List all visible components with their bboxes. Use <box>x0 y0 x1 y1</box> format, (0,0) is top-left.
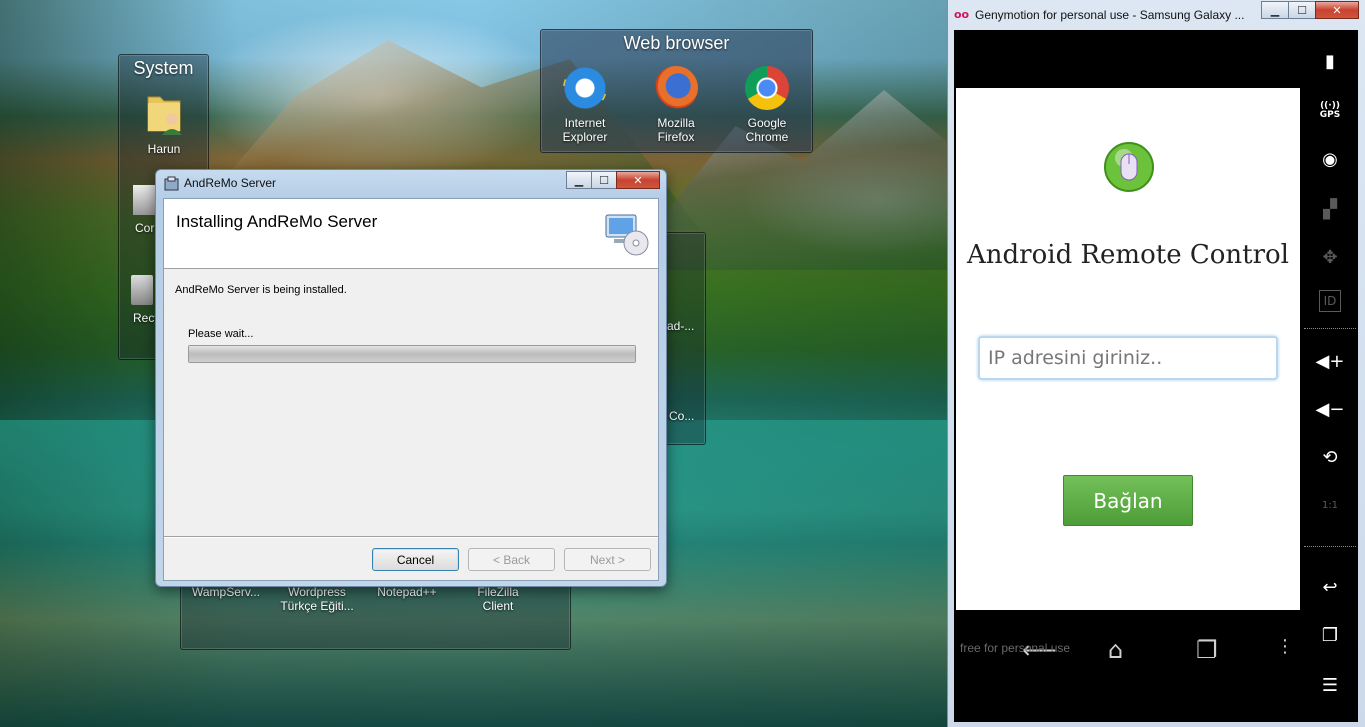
internet-explorer-item[interactable]: Internet Explorer <box>550 66 620 144</box>
firefox-label-1: Mozilla <box>657 116 695 130</box>
recycle-bin-icon <box>131 275 153 305</box>
sidebar-separator-2 <box>1304 546 1356 547</box>
chrome-label-2: Chrome <box>745 130 789 144</box>
scale-icon[interactable]: 1:1 <box>1316 492 1344 518</box>
connect-button[interactable]: Bağlan <box>1063 475 1193 526</box>
media-icon[interactable]: ▞ <box>1316 196 1344 222</box>
system-fence-title: System <box>133 58 194 78</box>
volume-down-icon[interactable]: ◀− <box>1316 396 1345 422</box>
device-frame: Android Remote Control Bağlan ▮ ((·))GPS… <box>954 30 1358 722</box>
installer-title: AndReMo Server <box>184 176 277 190</box>
firefox-icon <box>654 66 698 110</box>
harun-label: Harun <box>147 142 181 156</box>
overflow-menu-icon[interactable]: ⋮ <box>1276 636 1294 657</box>
installer-client-area: Installing AndReMo Server AndReMo Server… <box>163 198 659 581</box>
personal-use-watermark: free for personal use <box>960 641 1071 655</box>
gps-label: GPS <box>1319 110 1341 120</box>
maximize-icon: ☐ <box>599 173 609 187</box>
rotate-icon[interactable]: ⟲ <box>1316 444 1344 470</box>
volume-up-icon[interactable]: ◀+ <box>1316 348 1345 374</box>
android-app-screen: Android Remote Control Bağlan <box>956 88 1300 610</box>
gps-icon[interactable]: ((·)) GPS <box>1316 98 1344 124</box>
next-button[interactable]: Next > <box>564 548 651 571</box>
installer-heading: Installing AndReMo Server <box>176 212 378 231</box>
web-browser-fence: Web browser Internet Explorer Mozilla Fi… <box>540 29 813 153</box>
partial-item-1[interactable]: ad-... <box>667 319 707 333</box>
genymotion-sidebar: ▮ ((·)) GPS ◉ ▞ ✥ ID ◀+ ◀− ⟲ 1:1 ↩ ❐ ☰ <box>1302 30 1358 722</box>
please-wait-text: Please wait... <box>188 328 254 340</box>
battery-icon[interactable]: ▮ <box>1316 48 1344 74</box>
notepadpp-label: Notepad++ <box>377 585 437 599</box>
button-separator <box>164 536 658 538</box>
computer-cd-icon <box>605 214 649 256</box>
internet-explorer-label-1: Internet <box>564 116 606 130</box>
install-progress-fill <box>189 346 635 362</box>
install-progress-bar <box>188 345 636 363</box>
notepadpp-item[interactable]: Notepad++ <box>367 585 447 599</box>
webcam-icon[interactable]: ◉ <box>1316 146 1344 172</box>
minimize-icon: ▁ <box>1270 3 1280 17</box>
wampserver-label: WampServ... <box>191 585 260 599</box>
genymotion-window-controls: ▁ ☐ ✕ <box>1261 1 1359 19</box>
genymotion-minimize-button[interactable]: ▁ <box>1261 1 1289 19</box>
maximize-icon: ☐ <box>1297 3 1307 17</box>
app-title: Android Remote Control <box>967 240 1289 270</box>
chrome-icon <box>745 66 789 110</box>
harun-folder-item[interactable]: Harun <box>129 89 199 156</box>
filezilla-label-2: Client <box>482 599 514 613</box>
wampserver-item[interactable]: WampServ... <box>186 585 266 599</box>
installer-icon <box>164 176 179 191</box>
home-icon[interactable]: ⌂ <box>1108 636 1123 664</box>
dpad-icon[interactable]: ✥ <box>1316 244 1344 270</box>
sidebar-separator <box>1304 328 1356 329</box>
computer-icon <box>133 185 155 215</box>
device-id-icon[interactable]: ID <box>1319 290 1341 312</box>
back-nav-icon[interactable]: ↩ <box>1316 574 1344 600</box>
firefox-label-2: Firefox <box>657 130 695 144</box>
genymotion-maximize-button[interactable]: ☐ <box>1288 1 1316 19</box>
ip-address-input[interactable] <box>978 336 1278 380</box>
android-navigation-bar: ⟵ ⌂ ❐ ⋮ <box>956 610 1300 722</box>
installer-window-controls: ▁ ☐ ✕ <box>566 171 660 189</box>
cancel-button[interactable]: Cancel <box>372 548 459 571</box>
mouse-logo-icon <box>1104 142 1154 192</box>
installer-status-text: AndReMo Server is being installed. <box>175 284 347 296</box>
minimize-button[interactable]: ▁ <box>566 171 592 189</box>
back-button[interactable]: < Back <box>468 548 555 571</box>
close-icon: ✕ <box>633 173 643 187</box>
genymotion-window: oo Genymotion for personal use - Samsung… <box>947 0 1365 727</box>
genymotion-title: Genymotion for personal use - Samsung Ga… <box>975 8 1245 22</box>
device-id-label: ID <box>1323 294 1337 308</box>
user-folder-icon <box>147 96 182 135</box>
recent-apps-icon[interactable]: ❐ <box>1316 622 1344 648</box>
filezilla-label-1: FileZilla <box>477 585 519 599</box>
partial-item-2[interactable]: Co... <box>669 409 709 423</box>
close-icon: ✕ <box>1332 3 1342 17</box>
recent-apps-nav-icon[interactable]: ❐ <box>1196 636 1218 664</box>
installer-header: Installing AndReMo Server <box>164 199 658 269</box>
chrome-item[interactable]: Google Chrome <box>732 66 802 144</box>
genymotion-close-button[interactable]: ✕ <box>1315 1 1359 19</box>
scale-label: 1:1 <box>1321 499 1339 511</box>
internet-explorer-label-2: Explorer <box>562 130 608 144</box>
close-button[interactable]: ✕ <box>616 171 660 189</box>
web-browser-fence-title: Web browser <box>623 33 730 53</box>
maximize-button[interactable]: ☐ <box>591 171 617 189</box>
genymotion-logo-icon: oo <box>954 8 970 21</box>
installer-window: AndReMo Server ▁ ☐ ✕ Installing AndReMo … <box>155 169 667 587</box>
internet-explorer-icon <box>563 66 607 110</box>
chrome-label-1: Google <box>747 116 787 130</box>
menu-icon[interactable]: ☰ <box>1316 672 1344 698</box>
filezilla-item[interactable]: FileZilla Client <box>458 585 538 613</box>
firefox-item[interactable]: Mozilla Firefox <box>641 66 711 144</box>
wordpress-label-2: Türkçe Eğiti... <box>280 599 354 613</box>
wordpress-label-1: Wordpress <box>288 585 346 599</box>
minimize-icon: ▁ <box>574 173 584 187</box>
wordpress-item[interactable]: Wordpress Türkçe Eğiti... <box>277 585 357 613</box>
